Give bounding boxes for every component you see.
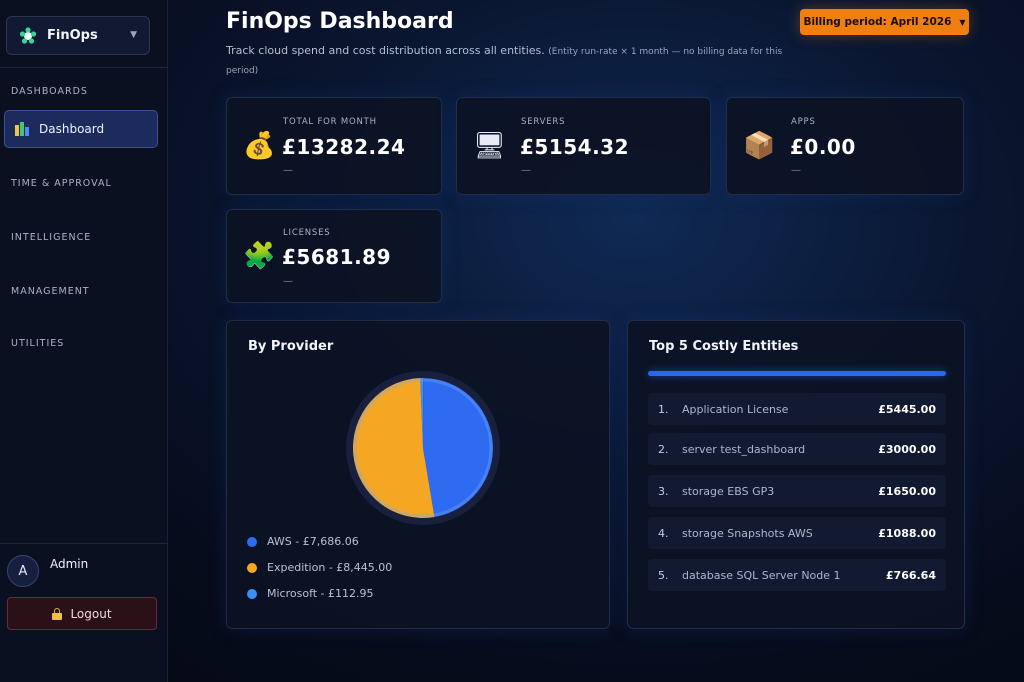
legend-dot: [247, 536, 257, 547]
puzzle-icon: 🧩: [243, 241, 276, 271]
sidebar-section-time-approval[interactable]: TIME & APPROVAL: [11, 178, 112, 189]
stat-subtext: —: [283, 276, 293, 287]
stat-value: £5681.89: [282, 245, 392, 269]
entity-row[interactable]: 3. storage EBS GP3 £1650.00: [648, 475, 946, 507]
subtitle-text: Track cloud spend and cost distribution …: [226, 44, 545, 57]
entity-cost: £766.64: [885, 568, 936, 582]
entity-rank: 1.: [658, 402, 669, 416]
entity-cost: £1088.00: [878, 526, 936, 540]
user-name: Admin: [50, 557, 89, 571]
sidebar-section-utilities[interactable]: UTILITIES: [11, 338, 64, 349]
sidebar: FinOps ▼ DASHBOARDS Dashboard TIME & APP…: [0, 0, 168, 682]
legend-item-expedition: Expedition - £8,445.00: [247, 561, 392, 574]
by-provider-panel: By Provider AWS - £7,686.06 Expedition -…: [226, 320, 610, 629]
entity-name: database SQL Server Node 1: [682, 568, 841, 582]
entity-cost: £1650.00: [878, 484, 936, 498]
page-title: FinOps Dashboard: [226, 9, 454, 34]
stat-label: APPS: [791, 117, 816, 127]
entity-rank: 2.: [658, 442, 669, 456]
legend-dot: [247, 562, 257, 573]
monitor-icon: 🖥: [473, 131, 507, 161]
legend-item-aws: AWS - £7,686.06: [247, 535, 359, 548]
top-entities-panel: Top 5 Costly Entities 1. Application Lic…: [627, 320, 965, 629]
entity-name: storage EBS GP3: [682, 484, 775, 498]
avatar[interactable]: A: [7, 555, 39, 587]
entity-rank: 4.: [658, 526, 669, 540]
logout-button[interactable]: Logout: [7, 597, 157, 630]
legend-label: Expedition - £8,445.00: [267, 561, 393, 574]
entity-row[interactable]: 4. storage Snapshots AWS £1088.00: [648, 517, 946, 549]
entity-cost: £5445.00: [878, 402, 936, 416]
page-subtitle: Track cloud spend and cost distribution …: [226, 42, 796, 80]
stat-value: £13282.24: [282, 135, 406, 159]
entity-row[interactable]: 5. database SQL Server Node 1 £766.64: [648, 559, 946, 591]
panel-title: Top 5 Costly Entities: [649, 339, 799, 354]
sidebar-section-dashboards[interactable]: DASHBOARDS: [11, 86, 88, 97]
stat-label: TOTAL FOR MONTH: [283, 117, 377, 127]
entity-row[interactable]: 1. Application License £5445.00: [648, 393, 946, 425]
stat-card-apps: 📦 APPS £0.00 —: [726, 97, 964, 195]
stat-value: £0.00: [790, 135, 856, 159]
app-name: FinOps: [47, 28, 98, 43]
sidebar-footer-divider: [0, 543, 168, 544]
panel-title: By Provider: [248, 339, 334, 354]
chevron-down-icon: ▼: [959, 17, 966, 27]
stat-subtext: —: [283, 165, 293, 176]
stat-value: £5154.32: [520, 135, 630, 159]
legend-label: AWS - £7,686.06: [267, 535, 359, 548]
sidebar-item-dashboard[interactable]: Dashboard: [4, 110, 158, 148]
sidebar-divider: [0, 67, 168, 68]
progress-bar: [648, 371, 946, 376]
stat-subtext: —: [521, 165, 531, 176]
sidebar-section-management[interactable]: MANAGEMENT: [11, 286, 90, 297]
entity-name: Application License: [682, 402, 789, 416]
billing-period-button[interactable]: Billing period: April 2026 ▼: [800, 9, 969, 35]
stat-card-licenses: 🧩 LICENSES £5681.89 —: [226, 209, 442, 303]
provider-pie-chart: [346, 371, 500, 525]
lock-icon: [52, 607, 63, 620]
sidebar-item-label: Dashboard: [39, 122, 105, 136]
entity-rank: 3.: [658, 484, 669, 498]
bar-chart-icon: [15, 122, 30, 136]
legend-dot: [247, 588, 257, 599]
entity-cost: £3000.00: [878, 442, 936, 456]
sidebar-section-intelligence[interactable]: INTELLIGENCE: [11, 232, 91, 243]
package-icon: 📦: [743, 131, 776, 161]
stat-card-servers: 🖥 SERVERS £5154.32 —: [456, 97, 711, 195]
legend-item-microsoft: Microsoft - £112.95: [247, 587, 374, 600]
chevron-down-icon: ▼: [130, 30, 137, 40]
entity-rank: 5.: [658, 568, 669, 582]
entity-name: server test_dashboard: [682, 442, 806, 456]
stat-subtext: —: [791, 165, 801, 176]
stat-card-total: 💰 TOTAL FOR MONTH £13282.24 —: [226, 97, 442, 195]
app-selector[interactable]: FinOps ▼: [6, 16, 150, 55]
entity-row[interactable]: 2. server test_dashboard £3000.00: [648, 433, 946, 465]
logout-label: Logout: [70, 606, 112, 621]
legend-label: Microsoft - £112.95: [267, 587, 374, 600]
app-logo-icon: [19, 26, 37, 44]
entity-name: storage Snapshots AWS: [682, 526, 813, 540]
stat-label: SERVERS: [521, 117, 566, 127]
money-bag-icon: 💰: [243, 131, 276, 161]
billing-period-label: Billing period: April 2026: [803, 16, 952, 28]
stat-label: LICENSES: [283, 228, 331, 238]
